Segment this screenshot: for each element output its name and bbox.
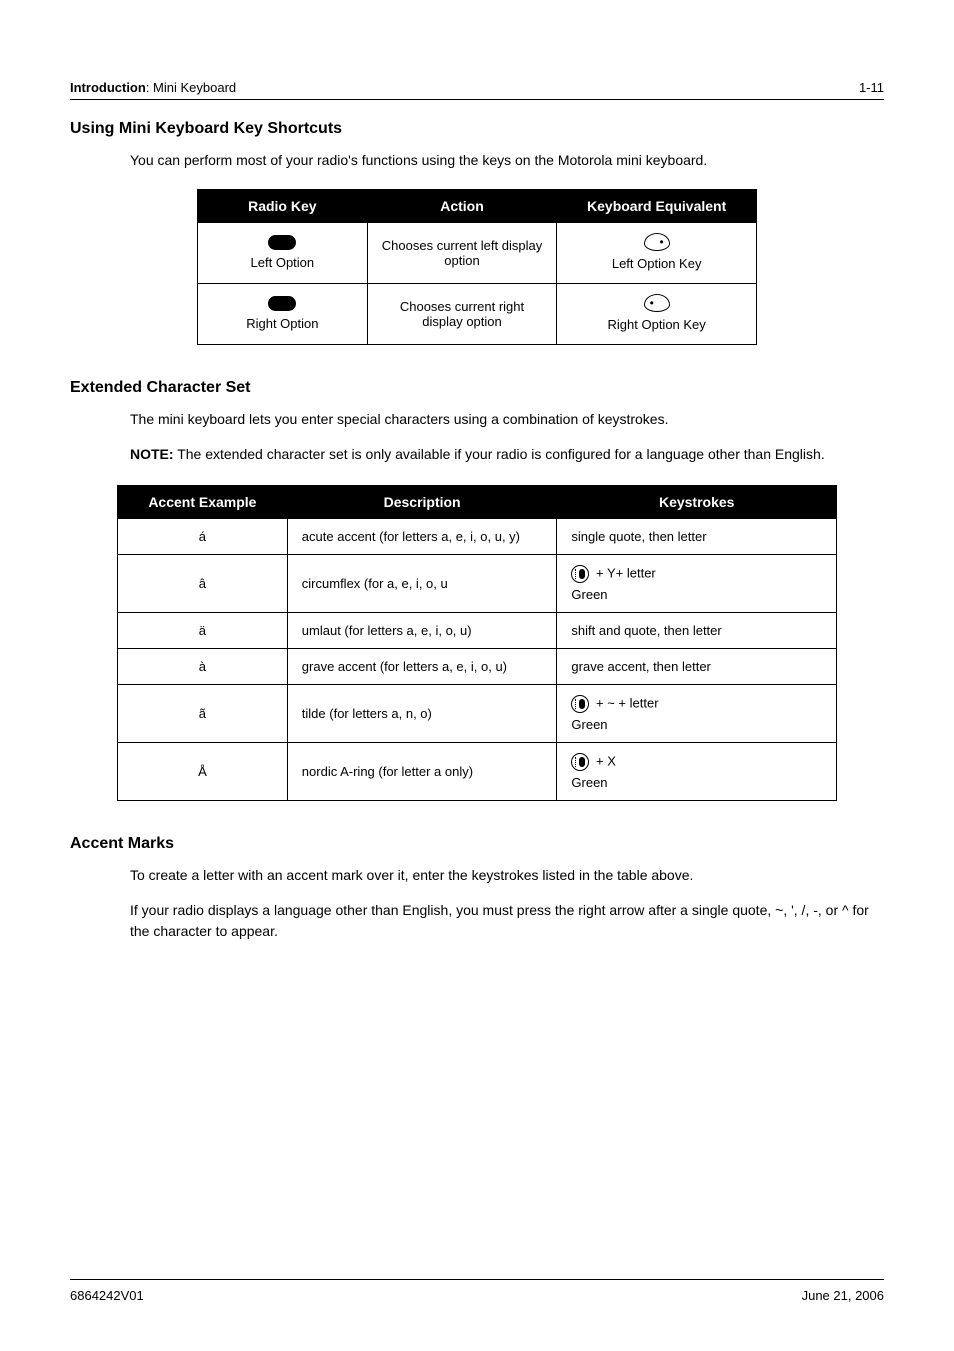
- section-mini-keyboard-shortcuts: Using Mini Keyboard Key Shortcuts You ca…: [70, 120, 884, 345]
- radio-key-cell: Right Option: [198, 284, 368, 345]
- accent-keystrokes: grave accent, then letter: [557, 649, 837, 685]
- section-heading: Using Mini Keyboard Key Shortcuts: [70, 120, 884, 138]
- footer-date: June 21, 2006: [802, 1288, 884, 1303]
- col-keystrokes: Keystrokes: [557, 486, 837, 519]
- note: NOTE: The extended character set is only…: [130, 444, 884, 465]
- action-cell: Chooses current left display option: [367, 223, 557, 284]
- section-heading: Accent Marks: [70, 835, 884, 853]
- green-key-icon: [571, 753, 589, 771]
- note-text: The extended character set is only avail…: [177, 446, 825, 462]
- green-key-icon: [571, 565, 589, 583]
- left-option-key-icon: [644, 233, 670, 251]
- header-left: Introduction: Mini Keyboard: [70, 80, 236, 95]
- accent-description: umlaut (for letters a, e, i, o, u): [287, 613, 557, 649]
- table-row: Right Option Chooses current right displ…: [198, 284, 757, 345]
- equivalent-cell: Right Option Key: [557, 284, 757, 345]
- radio-key-cell: Left Option: [198, 223, 368, 284]
- accent-example: ä: [118, 613, 288, 649]
- equivalent-label: Right Option Key: [608, 317, 706, 332]
- table-row: à grave accent (for letters a, e, i, o, …: [118, 649, 837, 685]
- note-label: NOTE:: [130, 446, 174, 462]
- accent-table: Accent Example Description Keystrokes á …: [117, 485, 837, 801]
- accent-description: nordic A-ring (for letter a only): [287, 743, 557, 801]
- right-option-pill-icon: [268, 296, 296, 311]
- equivalent-label: Left Option Key: [612, 256, 702, 271]
- accent-example: à: [118, 649, 288, 685]
- col-radio-key: Radio Key: [198, 190, 368, 223]
- left-option-pill-icon: [268, 235, 296, 250]
- section-intro: You can perform most of your radio's fun…: [130, 150, 884, 171]
- right-option-key-icon: [644, 294, 670, 312]
- accent-example: â: [118, 555, 288, 613]
- page-footer: 6864242V01 June 21, 2006: [70, 1279, 884, 1303]
- table-row: ã tilde (for letters a, n, o) + ~ + lett…: [118, 685, 837, 743]
- col-accent-example: Accent Example: [118, 486, 288, 519]
- section-accent-marks: Accent Marks To create a letter with an …: [70, 835, 884, 942]
- equivalent-cell: Left Option Key: [557, 223, 757, 284]
- accent-keystrokes: + ~ + letter Green: [557, 685, 837, 743]
- table-row: ä umlaut (for letters a, e, i, o, u) shi…: [118, 613, 837, 649]
- table-row: Left Option Chooses current left display…: [198, 223, 757, 284]
- radio-key-label: Left Option: [251, 255, 315, 270]
- section-heading: Extended Character Set: [70, 379, 884, 397]
- accent-keystrokes: + X Green: [557, 743, 837, 801]
- page-header: Introduction: Mini Keyboard 1-11: [70, 80, 884, 100]
- section-intro: The mini keyboard lets you enter special…: [130, 409, 884, 430]
- accent-keystrokes: + Y+ letter Green: [557, 555, 837, 613]
- table-row: Å nordic A-ring (for letter a only) + X …: [118, 743, 837, 801]
- radio-key-label: Right Option: [246, 316, 318, 331]
- paragraph: If your radio displays a language other …: [130, 900, 884, 942]
- accent-description: tilde (for letters a, n, o): [287, 685, 557, 743]
- col-description: Description: [287, 486, 557, 519]
- accent-description: grave accent (for letters a, e, i, o, u): [287, 649, 557, 685]
- table-header-row: Radio Key Action Keyboard Equivalent: [198, 190, 757, 223]
- table-row: á acute accent (for letters a, e, i, o, …: [118, 519, 837, 555]
- action-cell: Chooses current right display option: [367, 284, 557, 345]
- paragraph: To create a letter with an accent mark o…: [130, 865, 884, 886]
- table-header-row: Accent Example Description Keystrokes: [118, 486, 837, 519]
- accent-example: Å: [118, 743, 288, 801]
- accent-description: circumflex (for a, e, i, o, u: [287, 555, 557, 613]
- col-keyboard-equivalent: Keyboard Equivalent: [557, 190, 757, 223]
- green-key-icon: [571, 695, 589, 713]
- footer-doc-number: 6864242V01: [70, 1288, 144, 1303]
- shortcuts-table: Radio Key Action Keyboard Equivalent Lef…: [197, 189, 757, 345]
- header-page-number: 1-11: [859, 80, 884, 95]
- accent-example: á: [118, 519, 288, 555]
- table-row: â circumflex (for a, e, i, o, u + Y+ let…: [118, 555, 837, 613]
- accent-example: ã: [118, 685, 288, 743]
- accent-keystrokes: shift and quote, then letter: [557, 613, 837, 649]
- accent-keystrokes: single quote, then letter: [557, 519, 837, 555]
- section-extended-character-set: Extended Character Set The mini keyboard…: [70, 379, 884, 801]
- accent-description: acute accent (for letters a, e, i, o, u,…: [287, 519, 557, 555]
- col-action: Action: [367, 190, 557, 223]
